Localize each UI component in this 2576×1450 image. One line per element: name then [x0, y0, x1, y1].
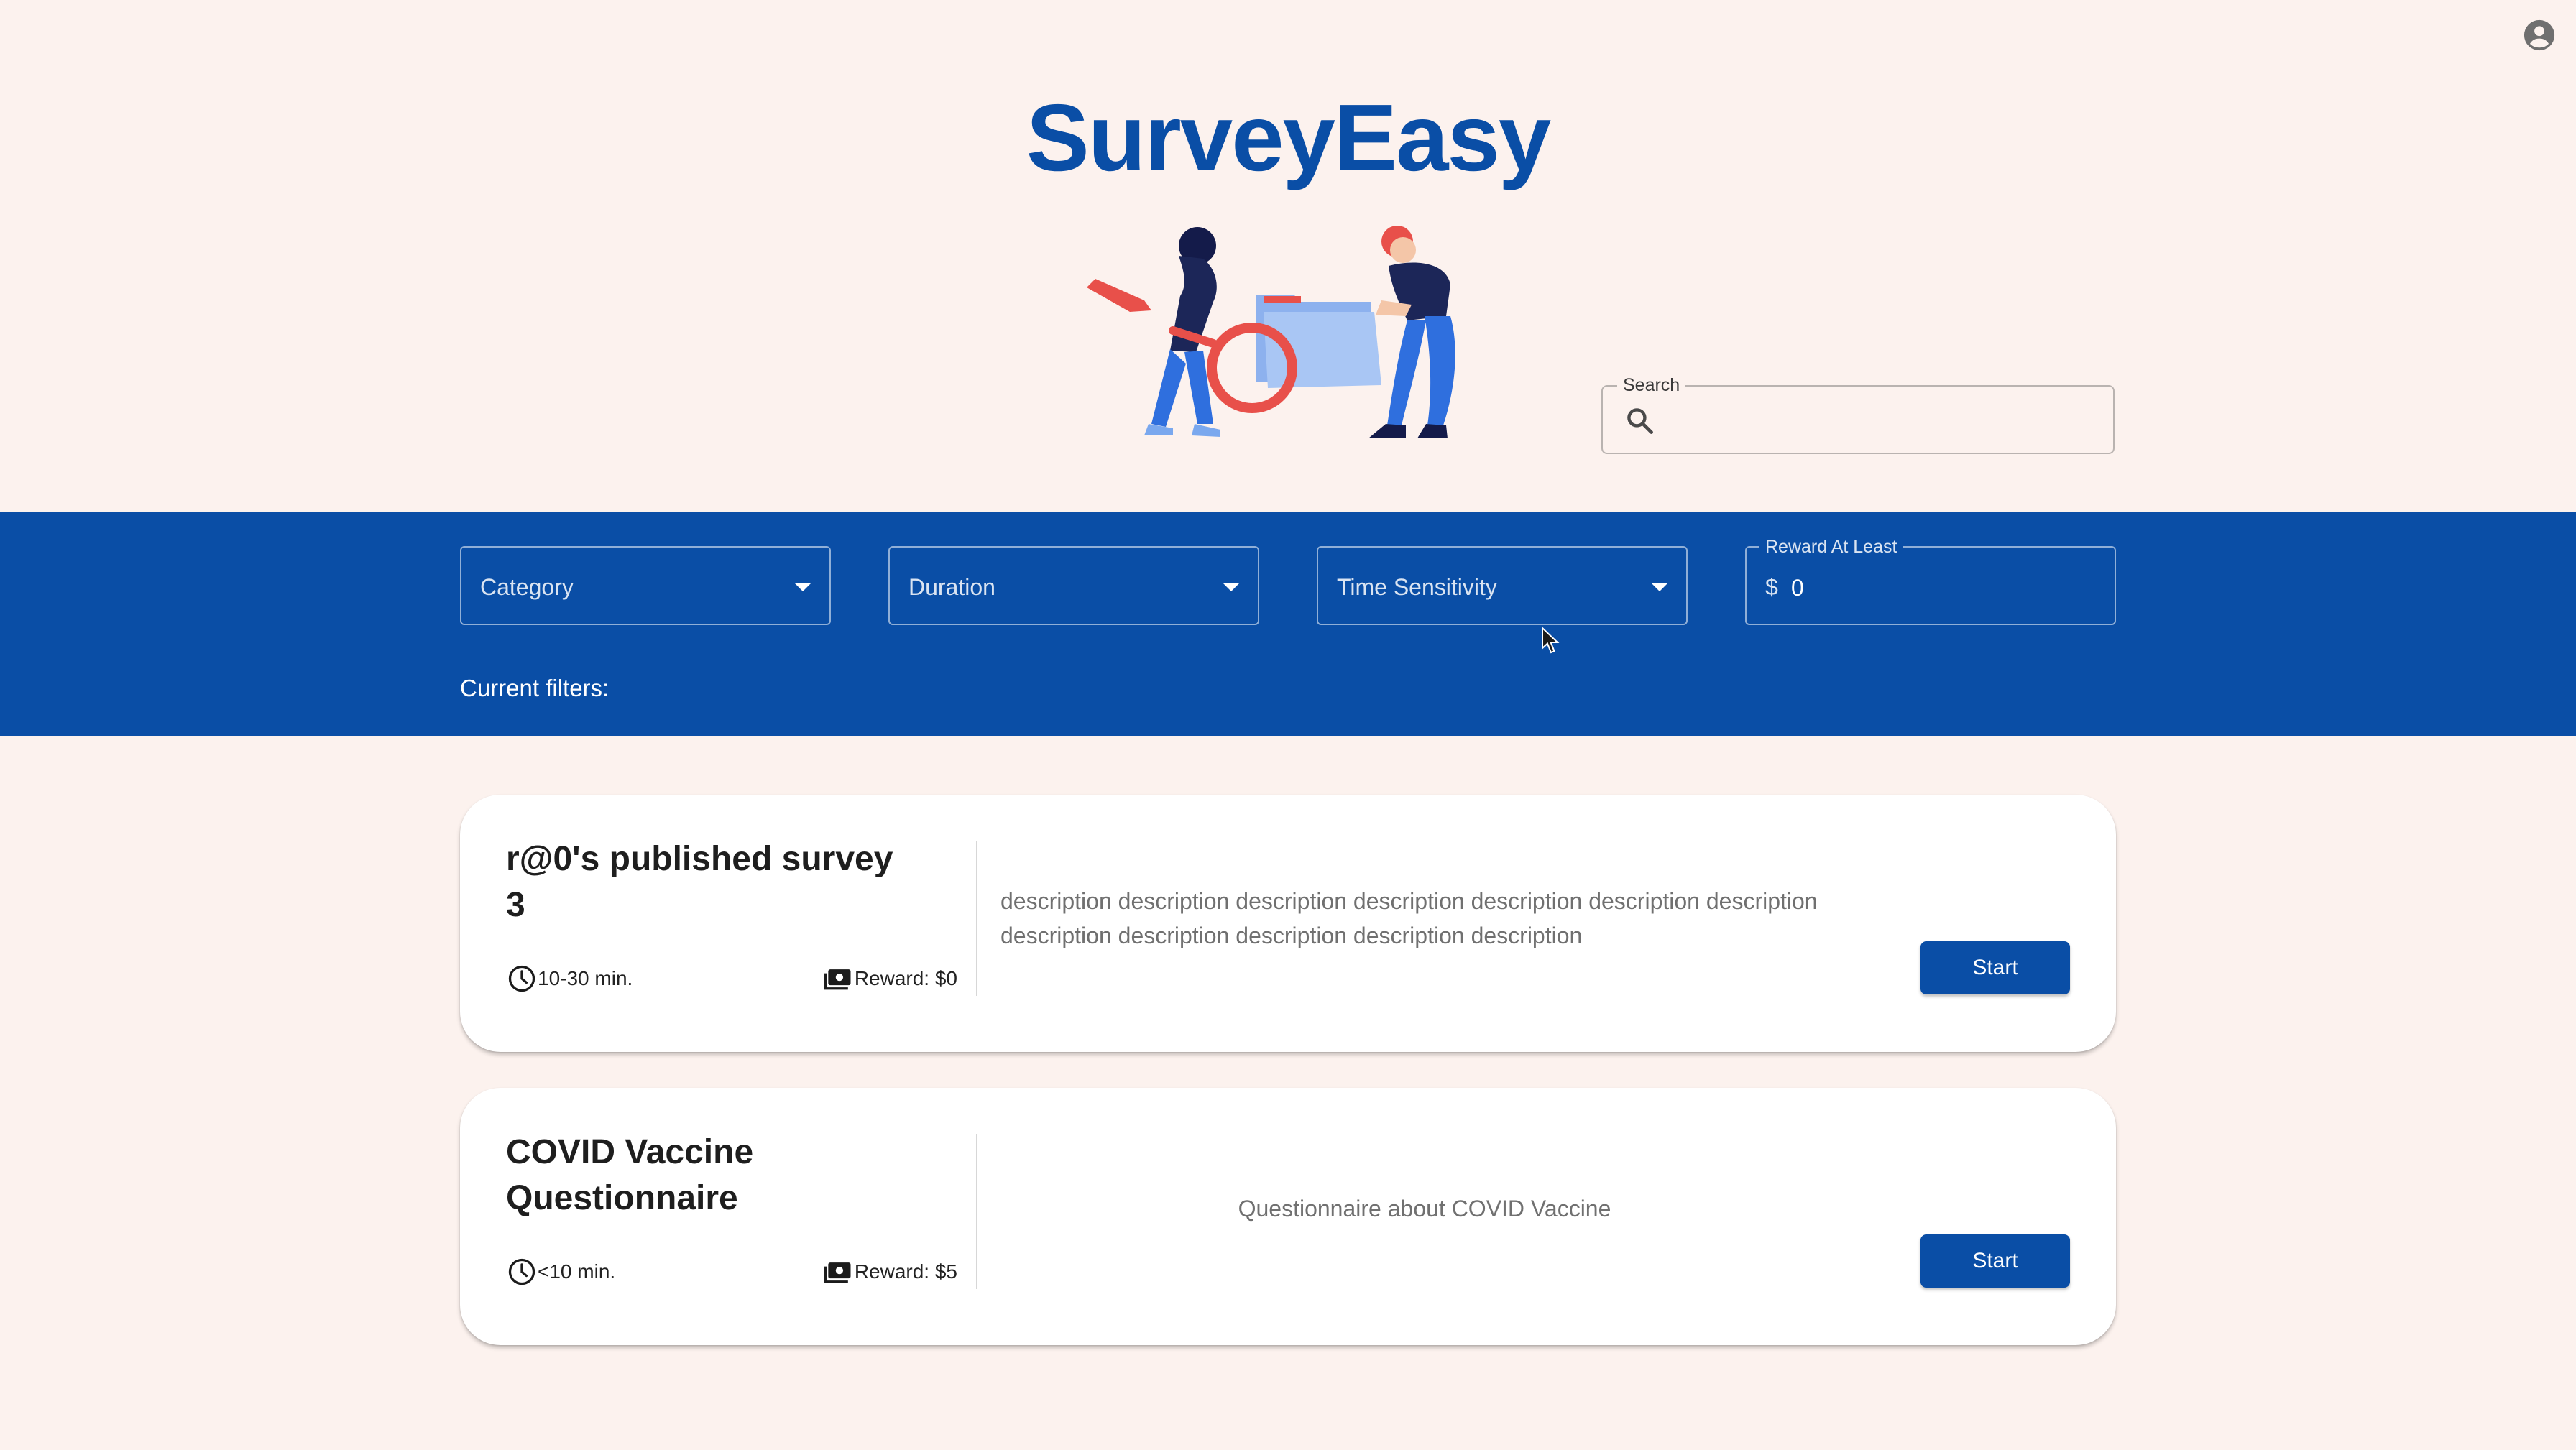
- chevron-down-icon: [1652, 583, 1668, 591]
- survey-duration-text: 10-30 min.: [538, 967, 633, 989]
- duration-select[interactable]: Duration: [888, 546, 1259, 625]
- survey-card: r@0's published survey 3 10-30 min. Rewa…: [460, 795, 2116, 1052]
- chevron-down-icon: [795, 583, 811, 591]
- survey-reward: Reward: $0: [823, 963, 957, 994]
- reward-at-least-label: Reward At Least: [1760, 536, 1903, 558]
- reward-at-least-field[interactable]: Reward At Least $: [1745, 536, 2116, 625]
- current-filters-label: Current filters:: [460, 675, 610, 701]
- search-label: Search: [1617, 374, 1686, 396]
- clock-icon: [508, 1258, 535, 1285]
- survey-reward-text: Reward: $0: [854, 967, 957, 989]
- survey-card: COVID Vaccine Questionnaire <10 min. Rew…: [460, 1088, 2116, 1345]
- duration-select-label: Duration: [908, 574, 995, 600]
- currency-prefix: $: [1765, 574, 1778, 600]
- survey-reward-text: Reward: $5: [854, 1260, 957, 1283]
- chevron-down-icon: [1223, 583, 1239, 591]
- category-select-label: Category: [480, 574, 574, 600]
- reward-at-least-input[interactable]: [1790, 569, 2094, 606]
- survey-description: Questionnaire about COVID Vaccine: [1238, 1196, 1611, 1222]
- hero-section: SurveyEasy Search: [0, 0, 2576, 512]
- clock-icon: [508, 965, 535, 992]
- survey-description: description description description desc…: [1000, 888, 1818, 948]
- card-divider: [976, 1134, 978, 1289]
- time-sensitivity-select-label: Time Sensitivity: [1337, 574, 1497, 600]
- search-icon: [1627, 408, 1653, 434]
- survey-duration: <10 min.: [506, 1256, 615, 1288]
- card-divider: [976, 841, 978, 996]
- search-field[interactable]: Search: [1601, 374, 2115, 454]
- mouse-cursor-icon: [1542, 627, 1560, 654]
- money-icon: [824, 969, 851, 990]
- money-icon: [824, 1262, 851, 1283]
- start-survey-button[interactable]: Start: [1920, 941, 2070, 994]
- filter-bar: Category Duration Time Sensitivity Rewar…: [0, 512, 2576, 736]
- survey-title: COVID Vaccine Questionnaire: [506, 1133, 754, 1217]
- search-input[interactable]: [1668, 397, 2102, 444]
- survey-duration-text: <10 min.: [538, 1260, 616, 1283]
- survey-duration: 10-30 min.: [506, 963, 632, 994]
- start-survey-button[interactable]: Start: [1920, 1234, 2070, 1288]
- app-title: SurveyEasy: [1026, 85, 1552, 190]
- category-select[interactable]: Category: [460, 546, 831, 625]
- time-sensitivity-select[interactable]: Time Sensitivity: [1317, 546, 1688, 625]
- survey-reward: Reward: $5: [823, 1256, 957, 1288]
- search-people-illustration: [1087, 226, 1455, 438]
- survey-title: r@0's published survey 3: [506, 840, 893, 924]
